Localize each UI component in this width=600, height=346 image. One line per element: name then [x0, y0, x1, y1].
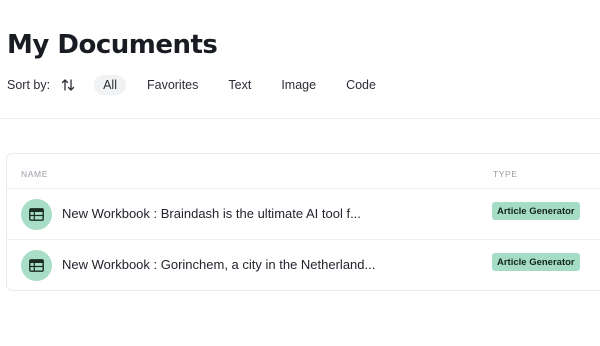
type-badge: Article Generator	[492, 253, 580, 271]
table-row[interactable]: New Workbook : Braindash is the ultimate…	[7, 189, 600, 240]
filter-chip-favorites[interactable]: Favorites	[138, 75, 207, 95]
filter-chip-all[interactable]: All	[94, 75, 126, 95]
filter-chip-text[interactable]: Text	[219, 75, 260, 95]
type-badge: Article Generator	[492, 202, 580, 220]
column-header-name[interactable]: NAME	[21, 169, 48, 179]
sort-label: Sort by:	[7, 78, 51, 92]
sort-arrows-icon[interactable]	[60, 77, 76, 93]
page-title: My Documents	[7, 30, 218, 60]
column-header-type[interactable]: TYPE	[493, 169, 518, 179]
table-icon	[21, 199, 52, 230]
filter-bar: Sort by: All Favorites Text Image Code	[7, 74, 397, 96]
document-name[interactable]: New Workbook : Braindash is the ultimate…	[62, 206, 361, 221]
divider	[0, 118, 600, 119]
filter-chip-image[interactable]: Image	[272, 75, 325, 95]
document-name[interactable]: New Workbook : Gorinchem, a city in the …	[62, 257, 375, 272]
documents-page: My Documents Sort by: All Favorites Text…	[0, 0, 600, 346]
filter-chips: All Favorites Text Image Code	[94, 75, 397, 95]
filter-chip-code[interactable]: Code	[337, 75, 385, 95]
documents-table: NAME TYPE New Workbook : Braindash is th…	[6, 153, 600, 291]
table-icon	[21, 250, 52, 281]
table-row[interactable]: New Workbook : Gorinchem, a city in the …	[7, 240, 600, 291]
table-header: NAME TYPE	[7, 154, 600, 189]
